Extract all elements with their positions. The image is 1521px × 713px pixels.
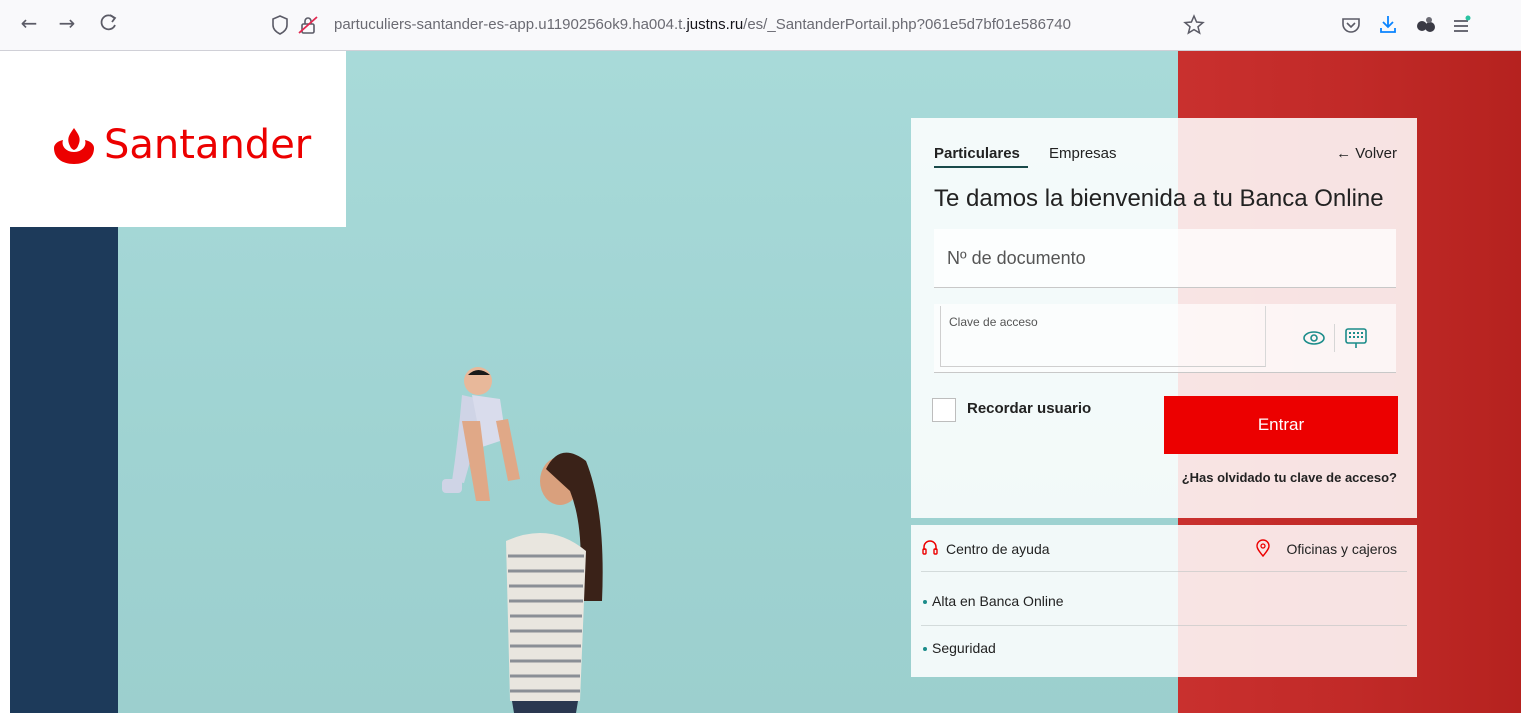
bullet (923, 600, 927, 605)
back-link[interactable]: ← Volver (1336, 144, 1397, 164)
document-number-placeholder: Nº de documento (947, 248, 1086, 268)
tab-particulares[interactable]: Particulares (934, 144, 1020, 164)
reload-icon[interactable] (93, 8, 123, 38)
location-pin-icon (1256, 539, 1270, 557)
lock-warning-icon[interactable] (296, 13, 320, 37)
forward-arrow-icon[interactable]: → (52, 8, 82, 38)
shield-icon[interactable] (268, 13, 292, 37)
link-alta-banca-online[interactable]: Alta en Banca Online (923, 592, 1064, 610)
password-label: Clave de acceso (949, 315, 1038, 329)
tab-empresas[interactable]: Empresas (1049, 144, 1117, 164)
submit-button[interactable]: Entrar (1164, 396, 1398, 454)
url-text[interactable]: partuculiers-santander-es-app.u1190256ok… (334, 15, 1174, 35)
password-input[interactable]: Clave de acceso (940, 306, 1266, 367)
forgot-password-link[interactable]: ¿Has olvidado tu clave de acceso? (1182, 469, 1397, 487)
link-seguridad[interactable]: Seguridad (923, 639, 996, 657)
divider (921, 571, 1407, 572)
bullet (923, 647, 927, 652)
password-field[interactable]: Clave de acceso (934, 304, 1396, 373)
page-content: Santander Particulares Empresas ← Volver… (10, 51, 1521, 713)
back-arrow-icon[interactable]: ← (14, 8, 44, 38)
help-links-card: Centro de ayuda Oficinas y cajeros Alta … (911, 525, 1417, 677)
brand-name: Santander (104, 122, 312, 168)
url-fade (1130, 10, 1180, 40)
help-center-link[interactable]: Centro de ayuda (946, 540, 1050, 558)
bookmark-star-icon[interactable] (1182, 13, 1206, 37)
document-number-input[interactable]: Nº de documento (934, 229, 1396, 288)
divider (921, 625, 1407, 626)
santander-flame-icon (54, 128, 94, 164)
hero-photo (442, 367, 603, 713)
remember-user-checkbox[interactable] (932, 398, 956, 422)
virtual-keyboard-icon[interactable] (1342, 324, 1370, 352)
menu-icon[interactable] (1450, 14, 1472, 36)
download-icon[interactable] (1377, 13, 1399, 35)
active-tab-indicator (934, 166, 1028, 168)
headset-icon (922, 540, 938, 555)
logo[interactable]: Santander (10, 51, 346, 227)
pocket-icon[interactable] (1340, 14, 1362, 36)
field-divider (1334, 324, 1335, 352)
show-password-eye-icon[interactable] (1300, 324, 1328, 352)
remember-user-label[interactable]: Recordar usuario (967, 399, 1091, 419)
extensions-icon[interactable] (1414, 14, 1438, 36)
navy-stripe (10, 227, 118, 713)
login-card: Particulares Empresas ← Volver Te damos … (911, 118, 1417, 518)
welcome-heading: Te damos la bienvenida a tu Banca Online (934, 185, 1384, 212)
browser-toolbar: ← → partuculiers-santander-es-app.u11902… (0, 0, 1521, 51)
address-bar[interactable]: partuculiers-santander-es-app.u1190256ok… (260, 10, 1220, 40)
offices-link[interactable]: Oficinas y cajeros (1287, 540, 1397, 558)
